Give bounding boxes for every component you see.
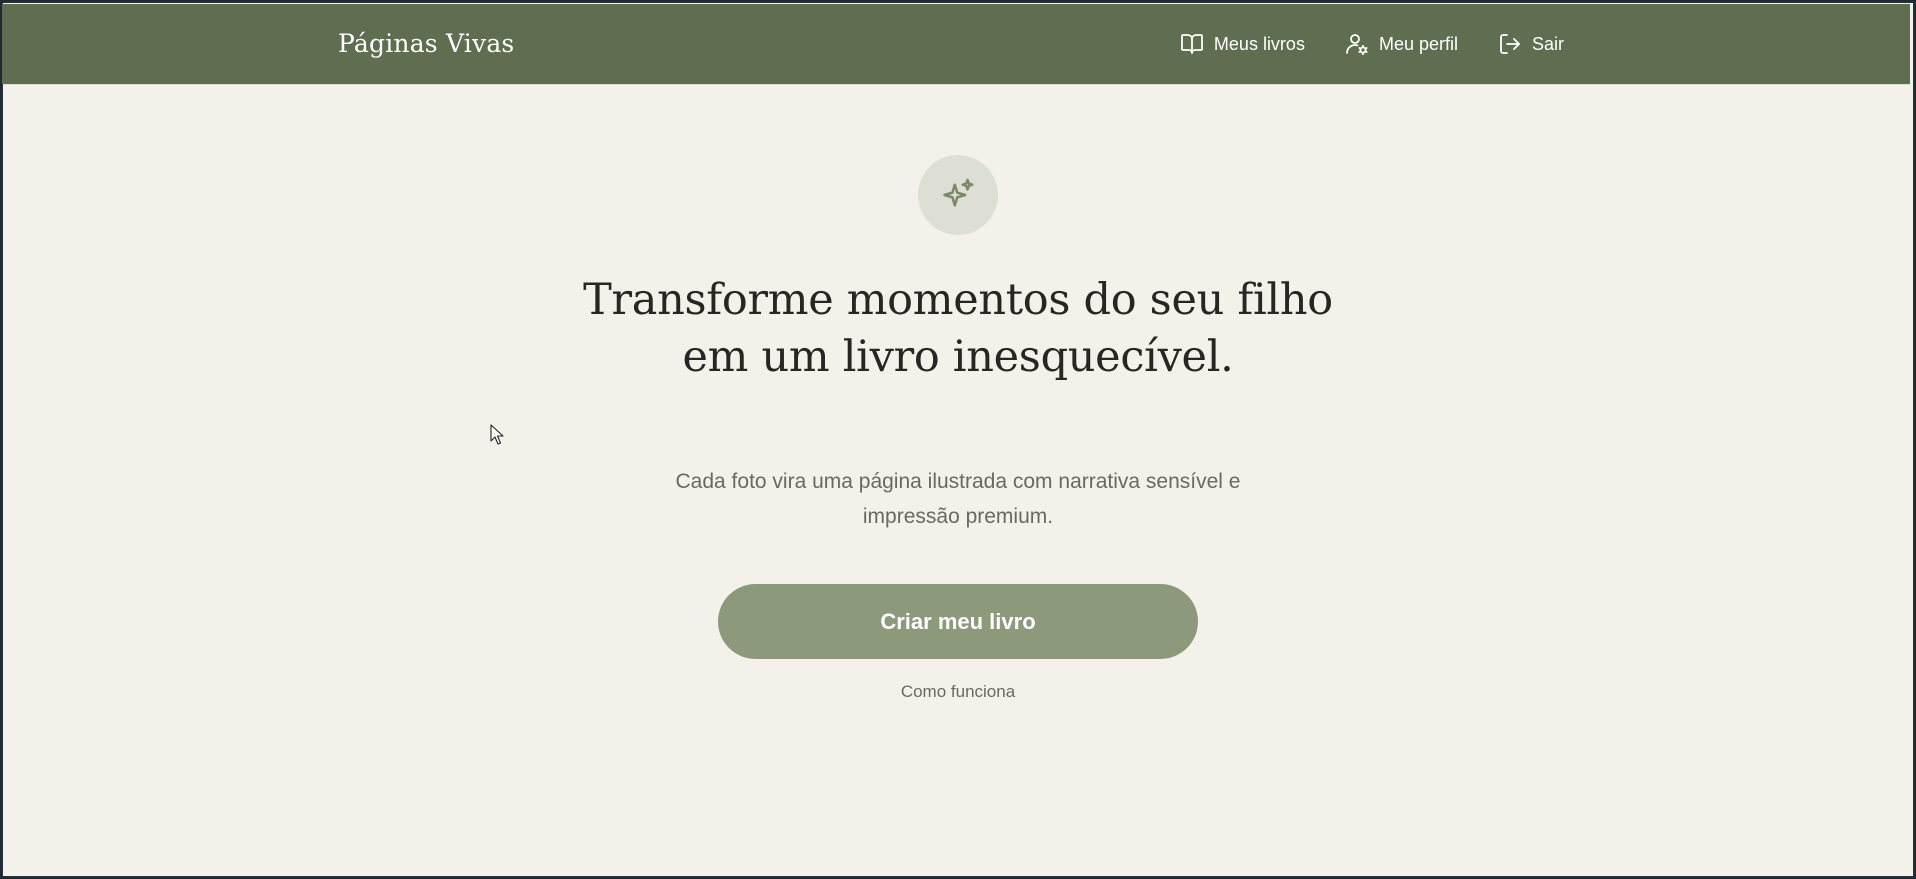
how-it-works-link[interactable]: Como funciona xyxy=(808,680,1108,704)
logout-icon xyxy=(1498,32,1522,56)
nav-logout-link[interactable]: Sair xyxy=(1498,32,1564,56)
brand-logo[interactable]: Páginas Vivas xyxy=(338,4,514,84)
nav-logout-label: Sair xyxy=(1531,33,1564,54)
sparkles-icon xyxy=(939,176,977,214)
nav-my-profile-link[interactable]: Meu perfil xyxy=(1345,32,1458,56)
mouse-cursor-icon xyxy=(490,424,506,446)
top-navbar: Páginas Vivas Meus livros Meu perfil Sai… xyxy=(2,4,1910,84)
create-book-button[interactable]: Criar meu livro xyxy=(718,584,1198,659)
nav-my-profile-label: Meu perfil xyxy=(1378,33,1458,54)
hero-subtitle: Cada foto vira uma página ilustrada com … xyxy=(675,470,1241,528)
nav-my-books-link[interactable]: Meus livros xyxy=(1180,32,1305,56)
nav-my-books-label: Meus livros xyxy=(1213,33,1305,54)
nav-links: Meus livros Meu perfil Sair xyxy=(1180,4,1564,84)
app-window xyxy=(2,2,1914,877)
open-book-icon xyxy=(1180,32,1204,56)
hero-headline: Transforme momentos do seu filho em um l… xyxy=(583,275,1333,382)
hero-icon-badge xyxy=(918,155,998,235)
user-settings-icon xyxy=(1345,32,1369,56)
